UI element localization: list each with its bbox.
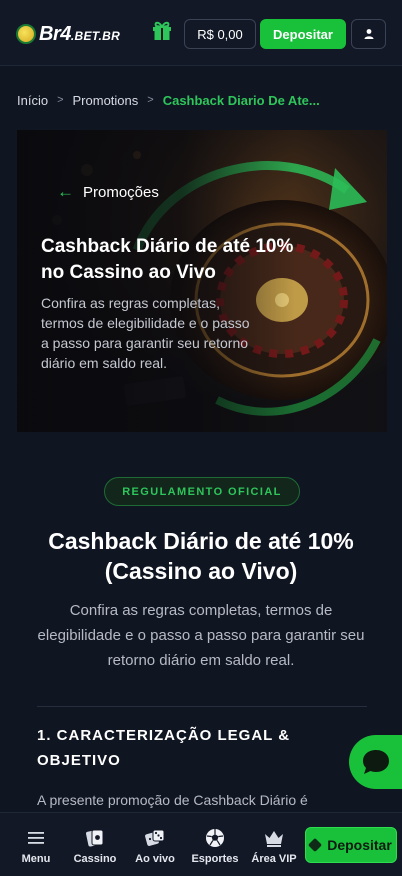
gift-icon[interactable] (150, 18, 174, 42)
breadcrumb-home[interactable]: Início (17, 93, 48, 108)
section-paragraph: A presente promoção de Cashback Diário é (37, 792, 308, 808)
section-heading: 1. CARACTERIZAÇÃO LEGAL & OBJETIVO (37, 727, 291, 769)
breadcrumb-separator-icon: > (147, 94, 154, 106)
nav-item-esportes[interactable]: Esportes (187, 827, 243, 865)
chat-button[interactable] (349, 735, 402, 789)
nav-deposit-button[interactable]: Depositar (305, 827, 397, 863)
dice-icon (145, 829, 165, 846)
back-link-label: Promoções (83, 183, 159, 201)
deposit-button[interactable]: Depositar (260, 19, 346, 49)
hero-description: Confira as regras completas, termos de e… (41, 295, 250, 371)
section-divider (37, 706, 367, 707)
bottom-navigation: Menu Cassino Ao vivo Esportes Área VIP D… (0, 812, 402, 876)
soccer-ball-icon (206, 829, 224, 847)
breadcrumb-separator-icon: > (57, 94, 64, 106)
nav-label-area-vip: Área VIP (251, 853, 297, 865)
nav-deposit-label: Depositar (327, 837, 392, 853)
nav-item-menu[interactable]: Menu (8, 827, 64, 865)
nav-label-menu: Menu (21, 853, 51, 865)
cards-icon (86, 829, 104, 847)
user-button[interactable] (351, 19, 386, 49)
user-icon (364, 29, 373, 39)
breadcrumb-promotions[interactable]: Promotions (73, 93, 139, 108)
logo-suffix-text: .BET.BR (70, 28, 121, 43)
logo-main-text: Br4 (39, 22, 71, 45)
page-title: Cashback Diário de até 10% (Cassino ao V… (48, 528, 354, 584)
brand-logo[interactable]: Br4.BET.BR (16, 22, 120, 46)
crown-icon (265, 831, 283, 847)
back-to-promotions-link[interactable]: ← Promoções (57, 182, 159, 202)
balance-display[interactable]: R$ 0,00 (184, 19, 256, 49)
page-description: Confira as regras completas, termos de e… (37, 602, 365, 669)
hero-banner: ← Promoções Cashback Diário de até 10% n… (17, 130, 387, 432)
nav-item-cassino[interactable]: Cassino (67, 827, 123, 865)
nav-label-cassino: Cassino (73, 853, 117, 865)
breadcrumb: Início > Promotions > Cashback Diario De… (17, 91, 320, 109)
nav-label-ao-vivo: Ao vivo (135, 853, 175, 865)
official-regulation-badge: REGULAMENTO OFICIAL (104, 477, 300, 506)
menu-icon (28, 832, 44, 844)
breadcrumb-current: Cashback Diario De Ate... (162, 92, 320, 108)
diamond-icon (308, 837, 323, 853)
logo-ball-icon (16, 24, 36, 44)
nav-label-esportes: Esportes (191, 853, 239, 865)
nav-item-ao-vivo[interactable]: Ao vivo (127, 827, 183, 865)
nav-item-area-vip[interactable]: Área VIP (246, 827, 302, 865)
hero-title: Cashback Diário de até 10% no Cassino ao… (41, 236, 294, 283)
arrow-left-icon: ← (57, 182, 74, 201)
top-header: Br4.BET.BR R$ 0,00 Depositar (0, 0, 402, 66)
chat-bubble-icon (363, 750, 389, 774)
